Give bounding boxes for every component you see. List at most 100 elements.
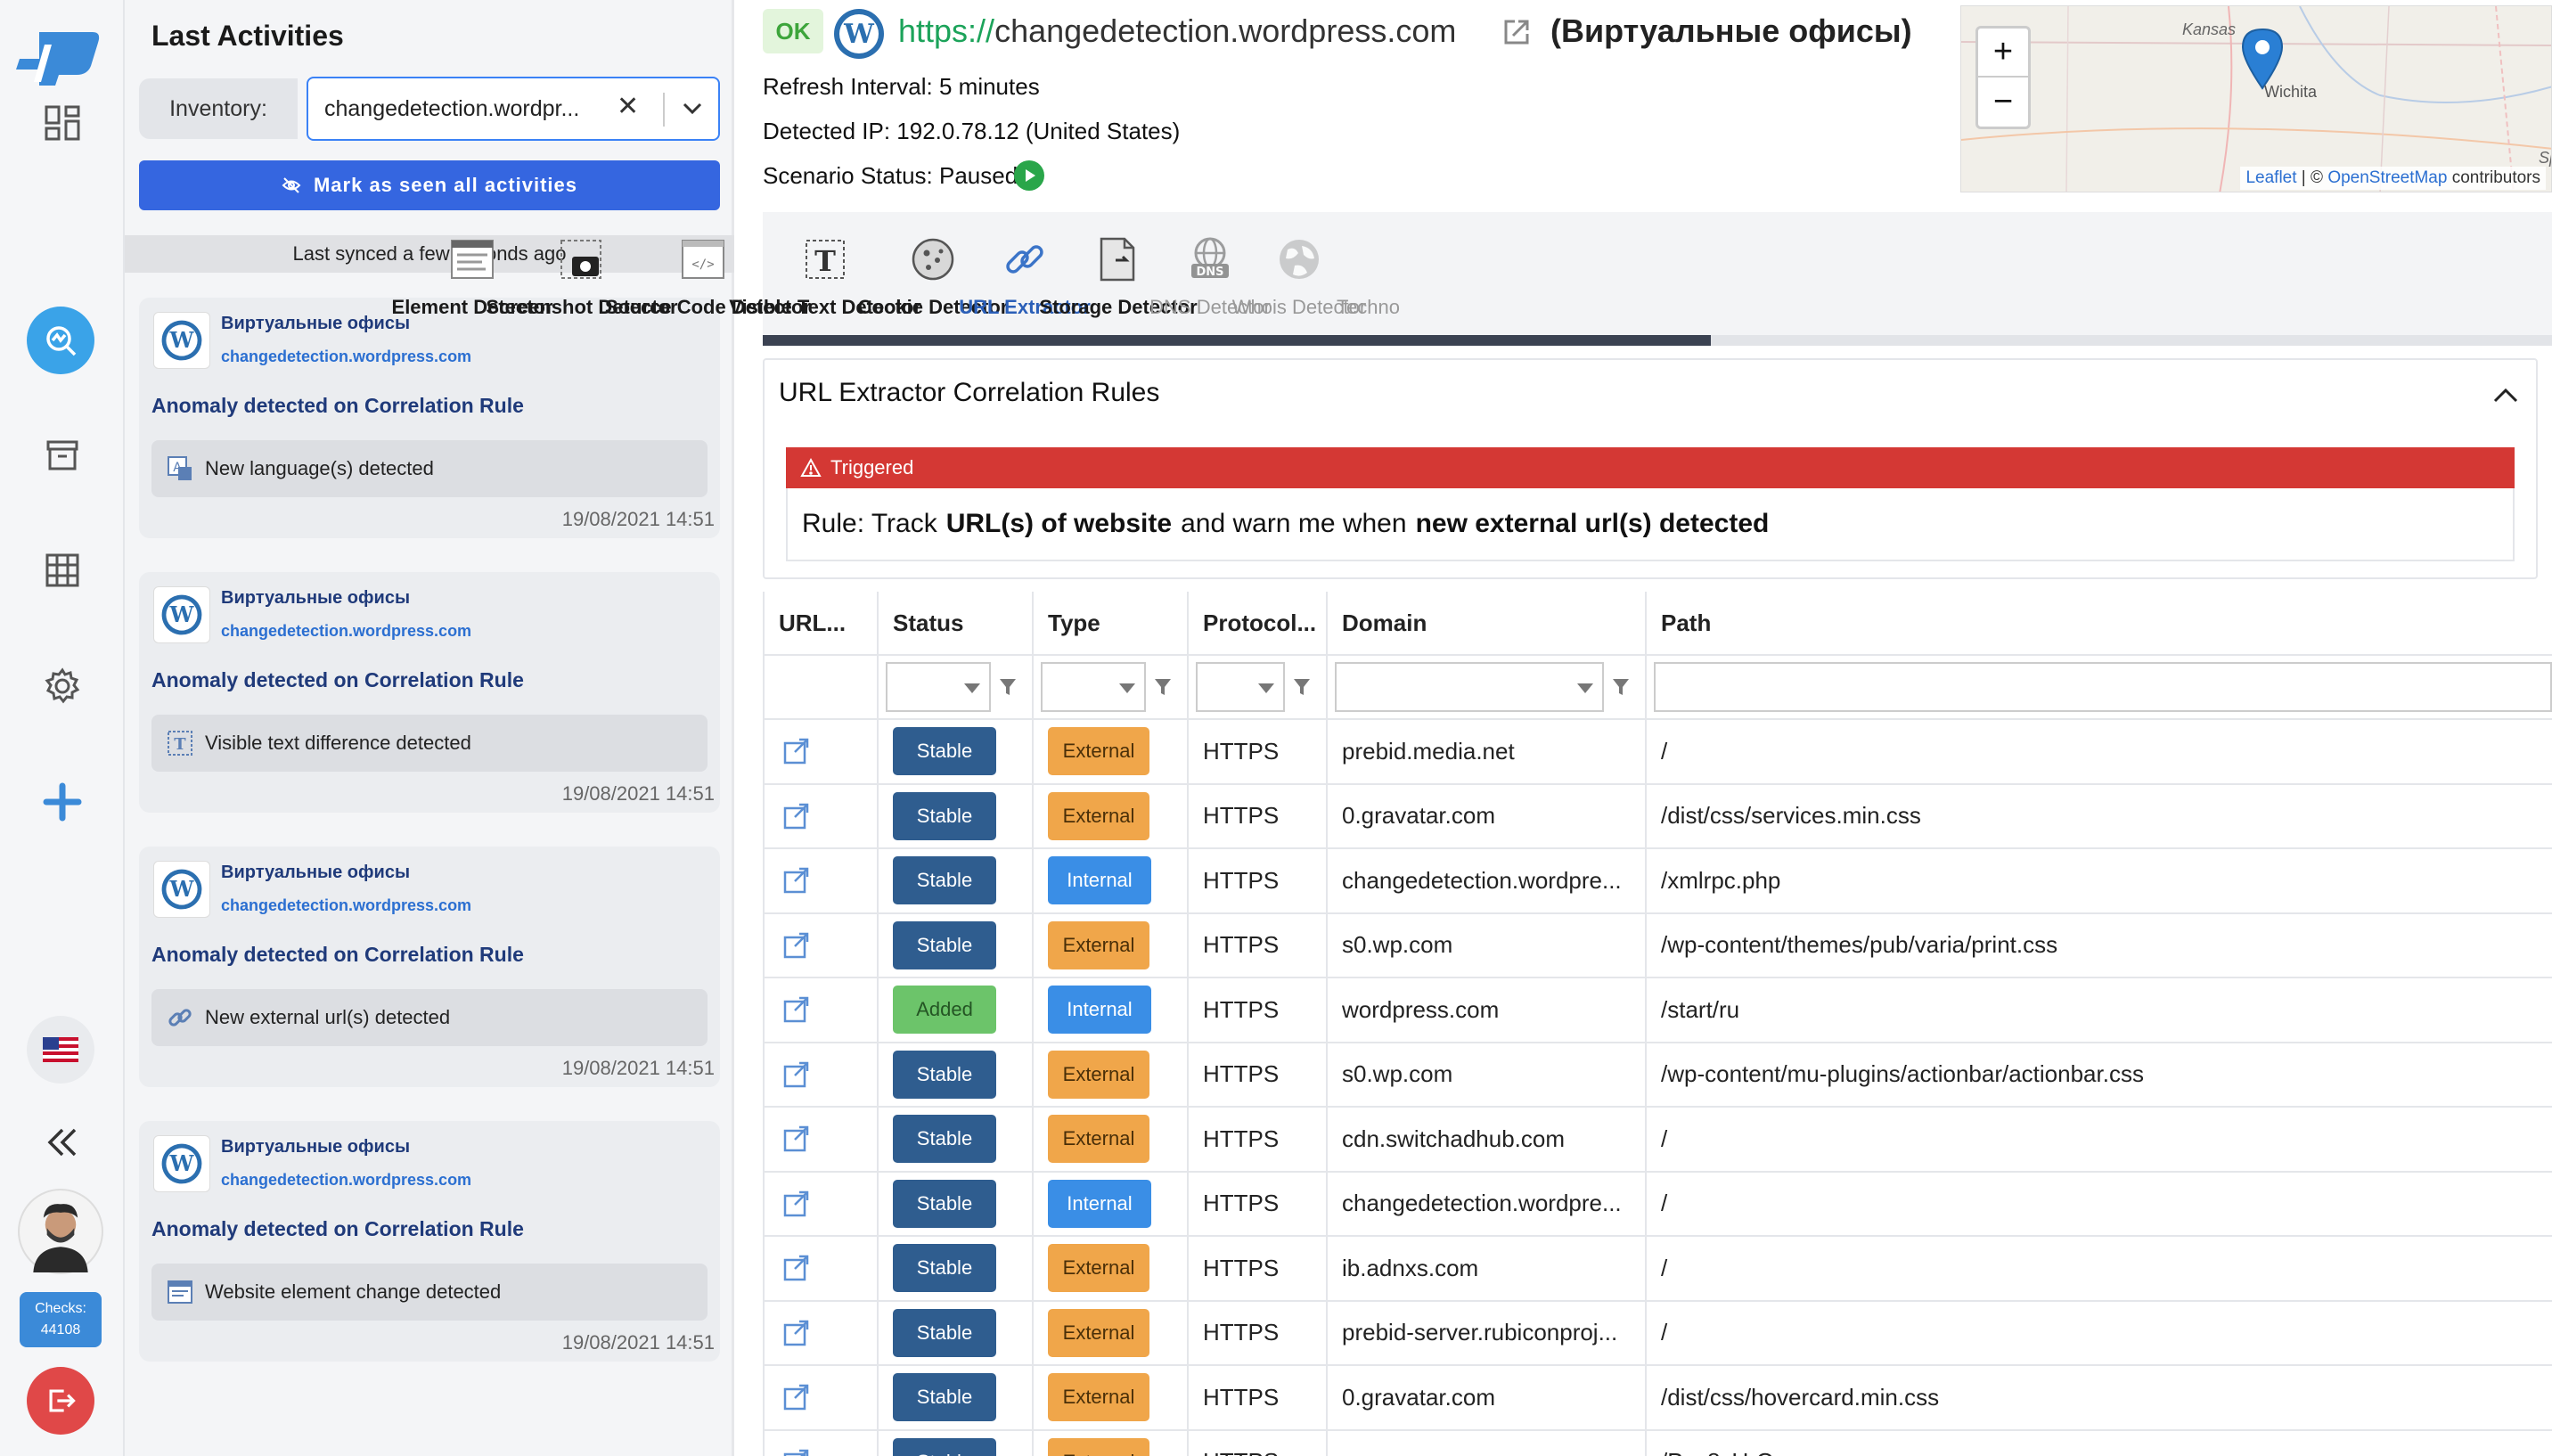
activity-site-url[interactable]: changedetection.wordpress.com bbox=[221, 348, 471, 366]
filter-funnel-icon[interactable] bbox=[1153, 676, 1173, 698]
collapse-sidebar-icon[interactable] bbox=[30, 1110, 94, 1174]
activity-timestamp: 19/08/2021 14:51 bbox=[561, 508, 715, 530]
zoom-in-button[interactable]: + bbox=[1978, 29, 2028, 78]
tab-techno[interactable]: Techno bbox=[1292, 212, 1488, 337]
table-row[interactable]: Stable External HTTPS s0.wp.com/wp-content/… bbox=[765, 1043, 2552, 1108]
column-header-label: Domain bbox=[1342, 609, 1427, 636]
open-url-icon[interactable] bbox=[781, 1251, 814, 1285]
table-row[interactable]: Stable External HTTPSwp.me/Pos8xU-O bbox=[765, 1430, 2552, 1456]
filter-funnel-icon[interactable] bbox=[1292, 676, 1312, 698]
svg-text:</>: </> bbox=[691, 258, 714, 272]
zoom-out-button[interactable]: − bbox=[1978, 78, 2028, 127]
column-header[interactable]: Type bbox=[1034, 592, 1189, 654]
activity-card[interactable]: W Виртуальные офисы changedetection.wordpr… bbox=[139, 847, 720, 1087]
activity-site-name: Виртуальные офисы bbox=[221, 588, 411, 608]
grid-icon[interactable] bbox=[30, 538, 94, 602]
svg-text:W: W bbox=[169, 876, 195, 902]
open-url-icon[interactable] bbox=[781, 734, 814, 768]
text-icon: T bbox=[166, 729, 194, 757]
openstreetmap-link[interactable]: OpenStreetMap bbox=[2327, 168, 2447, 187]
filter-funnel-icon[interactable] bbox=[1611, 676, 1631, 698]
map-marker-icon[interactable] bbox=[2241, 28, 2284, 90]
leaflet-link[interactable]: Leaflet bbox=[2245, 168, 2296, 187]
play-icon[interactable] bbox=[1014, 160, 1044, 191]
activity-site-url[interactable]: changedetection.wordpress.com bbox=[221, 622, 471, 641]
checks-counter-badge: Checks: 44108 bbox=[20, 1292, 102, 1347]
filter-select[interactable] bbox=[1196, 662, 1285, 712]
tab-scroll-thumb[interactable] bbox=[763, 335, 1712, 346]
table-row[interactable]: Stable External HTTPS 0.gravatar.com/dist/c… bbox=[765, 784, 2552, 849]
svg-text:W: W bbox=[843, 19, 875, 50]
inventory-label: Inventory: bbox=[139, 78, 298, 139]
triggered-label: Triggered bbox=[830, 456, 914, 479]
open-url-icon[interactable] bbox=[781, 993, 814, 1027]
open-url-icon[interactable] bbox=[781, 1316, 814, 1350]
app-logo[interactable] bbox=[12, 27, 102, 91]
column-header-label: Type bbox=[1048, 609, 1100, 636]
column-header[interactable]: Path bbox=[1647, 592, 2552, 654]
table-row[interactable]: Stable External HTTPS prebid-server.rubicon… bbox=[765, 1301, 2552, 1366]
monitoring-icon[interactable] bbox=[27, 307, 94, 374]
table-row[interactable]: Stable External HTTPS prebid.media.net / bbox=[765, 720, 2552, 785]
settings-gear-icon[interactable] bbox=[30, 654, 94, 718]
archive-icon[interactable] bbox=[30, 422, 94, 487]
column-header[interactable]: Status bbox=[879, 592, 1034, 654]
open-url-icon[interactable] bbox=[781, 1187, 814, 1221]
type-cell: Internal bbox=[1034, 849, 1189, 912]
site-url-link[interactable]: https://changedetection.wordpress.com bbox=[898, 12, 1456, 50]
table-row[interactable]: Stable Internal HTTPS changedetection.wordp… bbox=[765, 1172, 2552, 1237]
external-link-icon[interactable] bbox=[1501, 16, 1533, 48]
table-row[interactable]: Stable External HTTPS 0.gravatar.com/dist/c… bbox=[765, 1366, 2552, 1431]
path-filter-input[interactable] bbox=[1654, 662, 2552, 712]
open-url-icon[interactable] bbox=[781, 799, 814, 833]
open-url-icon[interactable] bbox=[781, 1058, 814, 1092]
filter-select[interactable] bbox=[886, 662, 991, 712]
protocol-cell: HTTPS bbox=[1189, 1108, 1328, 1171]
type-cell: External bbox=[1034, 1108, 1189, 1171]
url-cell bbox=[765, 1430, 879, 1456]
dashboard-icon[interactable] bbox=[30, 91, 94, 155]
user-avatar[interactable] bbox=[18, 1189, 103, 1274]
open-url-icon[interactable] bbox=[781, 863, 814, 897]
language-flag-us-icon[interactable] bbox=[27, 1016, 94, 1084]
table-row[interactable]: Stable Internal HTTPS changedetection.wordp… bbox=[765, 849, 2552, 914]
open-url-icon[interactable] bbox=[781, 1445, 814, 1456]
column-header[interactable]: Domain bbox=[1328, 592, 1647, 654]
activity-detail-text: New language(s) detected bbox=[205, 457, 434, 479]
protocol-cell: HTTPS bbox=[1189, 1043, 1328, 1106]
filter-select[interactable] bbox=[1335, 662, 1604, 712]
location-map[interactable]: Kansas Wichita Sp + − Leaflet | © OpenSt… bbox=[1960, 5, 2552, 192]
type-badge: Internal bbox=[1048, 856, 1151, 905]
column-header[interactable]: Protocol... bbox=[1189, 592, 1328, 654]
detector-tabs: Element Detector Screenshot Detector </> So… bbox=[392, 212, 2552, 346]
chevron-up-icon[interactable] bbox=[2490, 380, 2522, 412]
mark-all-seen-button[interactable]: Mark as seen all activities bbox=[139, 160, 720, 210]
wordpress-icon: W bbox=[153, 312, 210, 369]
open-url-icon[interactable] bbox=[781, 1380, 814, 1414]
clear-icon[interactable]: ✕ bbox=[617, 91, 639, 122]
open-url-icon[interactable] bbox=[781, 1122, 814, 1156]
table-row[interactable]: Stable External HTTPS s0.wp.com/wp-content/… bbox=[765, 913, 2552, 978]
activity-site-url[interactable]: changedetection.wordpress.com bbox=[221, 1171, 471, 1190]
activity-card[interactable]: W Виртуальные офисы changedetection.wordpr… bbox=[139, 1121, 720, 1362]
open-url-icon[interactable] bbox=[781, 928, 814, 962]
type-cell: External bbox=[1034, 1237, 1189, 1300]
table-row[interactable]: Stable External HTTPS cdn.switchadhub.com / bbox=[765, 1108, 2552, 1173]
activity-site-name: Виртуальные офисы bbox=[221, 1137, 411, 1157]
inventory-select[interactable]: changedetection.wordpr... ✕ bbox=[307, 77, 720, 141]
filter-funnel-icon[interactable] bbox=[998, 676, 1018, 698]
activity-site-url[interactable]: changedetection.wordpress.com bbox=[221, 896, 471, 915]
add-plus-icon[interactable] bbox=[30, 770, 94, 834]
logout-icon[interactable] bbox=[27, 1367, 94, 1435]
type-cell: External bbox=[1034, 1301, 1189, 1364]
activity-card[interactable]: W Виртуальные офисы changedetection.wordpr… bbox=[139, 572, 720, 813]
chevron-down-icon[interactable] bbox=[679, 94, 706, 126]
filter-select[interactable] bbox=[1041, 662, 1146, 712]
table-row[interactable]: Stable External HTTPS ib.adnxs.com / bbox=[765, 1237, 2552, 1302]
status-badge: Stable bbox=[893, 1373, 996, 1422]
activity-timestamp: 19/08/2021 14:51 bbox=[561, 1057, 715, 1079]
table-row[interactable]: Added Internal HTTPS wordpress.com/start/ru bbox=[765, 978, 2552, 1043]
table-header-row: URL... Status Type Protocol... Domain Path bbox=[765, 592, 2552, 656]
url-cell bbox=[765, 1108, 879, 1171]
column-header[interactable]: URL... bbox=[765, 592, 879, 654]
